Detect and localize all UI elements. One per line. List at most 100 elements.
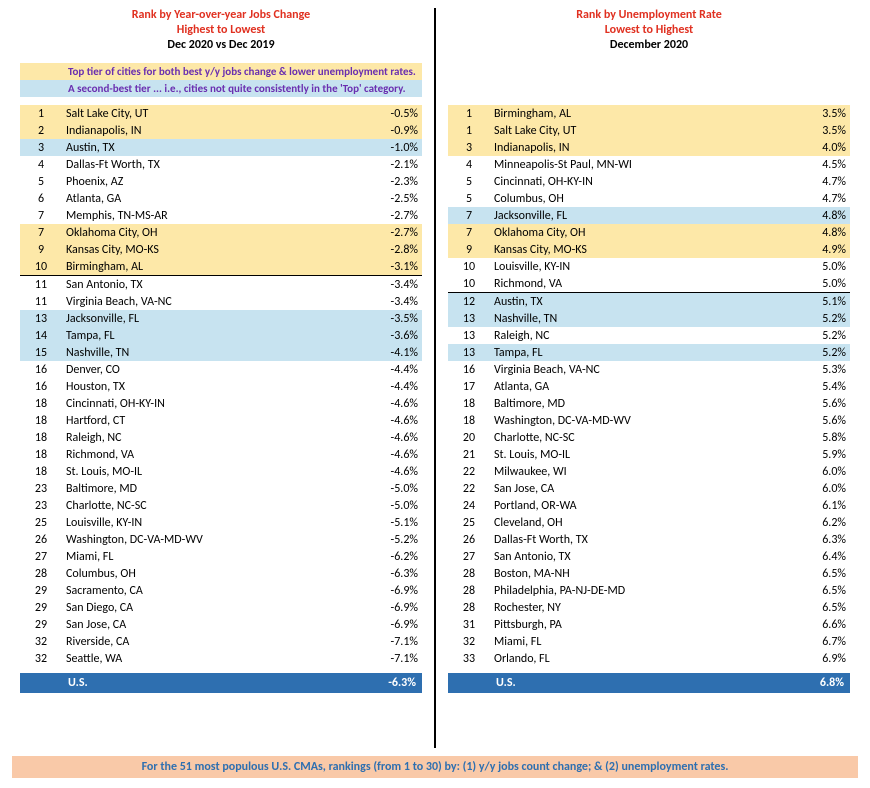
city-cell: Miami, FL bbox=[490, 633, 778, 650]
city-cell: San Antonio, TX bbox=[62, 276, 350, 294]
table-row: 26Dallas-Ft Worth, TX6.3% bbox=[448, 531, 850, 548]
value-cell: -2.7% bbox=[350, 207, 422, 224]
value-cell: 6.5% bbox=[778, 565, 850, 582]
right-subtitle: December 2020 bbox=[448, 38, 850, 53]
city-cell: Raleigh, NC bbox=[490, 327, 778, 344]
table-row: 5Columbus, OH4.7% bbox=[448, 190, 850, 207]
right-us-value: 6.8% bbox=[778, 673, 850, 693]
city-cell: San Jose, CA bbox=[62, 616, 350, 633]
value-cell: 4.7% bbox=[778, 173, 850, 190]
value-cell: -3.6% bbox=[350, 327, 422, 344]
city-cell: Oklahoma City, OH bbox=[490, 224, 778, 241]
value-cell: -5.2% bbox=[350, 531, 422, 548]
city-cell: St. Louis, MO-IL bbox=[62, 463, 350, 480]
city-cell: Orlando, FL bbox=[490, 650, 778, 667]
value-cell: -3.5% bbox=[350, 310, 422, 327]
rank-cell: 3 bbox=[448, 139, 490, 156]
value-cell: 5.2% bbox=[778, 344, 850, 361]
city-cell: Oklahoma City, OH bbox=[62, 224, 350, 241]
city-cell: Miami, FL bbox=[62, 548, 350, 565]
value-cell: 6.7% bbox=[778, 633, 850, 650]
table-row: 15Nashville, TN-4.1% bbox=[20, 344, 422, 361]
rank-cell: 3 bbox=[20, 139, 62, 156]
city-cell: Austin, TX bbox=[490, 293, 778, 311]
value-cell: -3.1% bbox=[350, 258, 422, 276]
rank-cell: 18 bbox=[20, 429, 62, 446]
rank-cell: 32 bbox=[20, 633, 62, 650]
value-cell: -6.2% bbox=[350, 548, 422, 565]
value-cell: 3.5% bbox=[778, 122, 850, 139]
rank-cell: 27 bbox=[20, 548, 62, 565]
rank-cell: 4 bbox=[20, 156, 62, 173]
city-cell: Hartford, CT bbox=[62, 412, 350, 429]
value-cell: -2.1% bbox=[350, 156, 422, 173]
table-row: 3Austin, TX-1.0% bbox=[20, 139, 422, 156]
table-row: 16Houston, TX-4.4% bbox=[20, 378, 422, 395]
table-row: 7Memphis, TN-MS-AR-2.7% bbox=[20, 207, 422, 224]
value-cell: 4.5% bbox=[778, 156, 850, 173]
city-cell: Charlotte, NC-SC bbox=[62, 497, 350, 514]
rank-cell: 16 bbox=[20, 378, 62, 395]
rank-cell: 18 bbox=[20, 463, 62, 480]
value-cell: -6.9% bbox=[350, 616, 422, 633]
left-subtitle: Dec 2020 vs Dec 2019 bbox=[20, 38, 422, 53]
value-cell: -4.6% bbox=[350, 463, 422, 480]
rank-cell: 29 bbox=[20, 582, 62, 599]
value-cell: 5.2% bbox=[778, 327, 850, 344]
city-cell: Phoenix, AZ bbox=[62, 173, 350, 190]
city-cell: Louisville, KY-IN bbox=[62, 514, 350, 531]
city-cell: Tampa, FL bbox=[490, 344, 778, 361]
table-row: 23Charlotte, NC-SC-5.0% bbox=[20, 497, 422, 514]
rank-cell: 13 bbox=[20, 310, 62, 327]
table-row: 11San Antonio, TX-3.4% bbox=[20, 276, 422, 294]
rank-cell: 17 bbox=[448, 378, 490, 395]
city-cell: Louisville, KY-IN bbox=[490, 258, 778, 275]
rank-cell: 9 bbox=[20, 241, 62, 258]
city-cell: Jacksonville, FL bbox=[62, 310, 350, 327]
value-cell: -7.1% bbox=[350, 650, 422, 667]
table-row: 33Orlando, FL6.9% bbox=[448, 650, 850, 667]
table-row: 32Riverside, CA-7.1% bbox=[20, 633, 422, 650]
rank-cell: 25 bbox=[448, 514, 490, 531]
value-cell: -4.4% bbox=[350, 361, 422, 378]
city-cell: Kansas City, MO-KS bbox=[62, 241, 350, 258]
table-row: 13Jacksonville, FL-3.5% bbox=[20, 310, 422, 327]
rank-cell: 13 bbox=[448, 327, 490, 344]
rank-cell: 1 bbox=[448, 105, 490, 122]
column-divider bbox=[434, 8, 436, 748]
table-row: 12Austin, TX5.1% bbox=[448, 293, 850, 311]
right-column: Rank by Unemployment Rate Lowest to High… bbox=[440, 8, 858, 748]
table-row: 9Kansas City, MO-KS4.9% bbox=[448, 241, 850, 258]
city-cell: Denver, CO bbox=[62, 361, 350, 378]
city-cell: Baltimore, MD bbox=[62, 480, 350, 497]
rank-cell: 11 bbox=[20, 293, 62, 310]
city-cell: Washington, DC-VA-MD-WV bbox=[62, 531, 350, 548]
rank-cell: 5 bbox=[448, 190, 490, 207]
table-row: 27Miami, FL-6.2% bbox=[20, 548, 422, 565]
rank-cell: 10 bbox=[448, 275, 490, 293]
value-cell: 6.4% bbox=[778, 548, 850, 565]
table-row: 13Nashville, TN5.2% bbox=[448, 310, 850, 327]
city-cell: Richmond, VA bbox=[490, 275, 778, 293]
right-us-row: U.S. 6.8% bbox=[448, 673, 850, 693]
value-cell: 5.2% bbox=[778, 310, 850, 327]
table-row: 16Denver, CO-4.4% bbox=[20, 361, 422, 378]
rank-cell: 18 bbox=[448, 395, 490, 412]
table-row: 32Seattle, WA-7.1% bbox=[20, 650, 422, 667]
rank-cell: 1 bbox=[448, 122, 490, 139]
left-us-value: -6.3% bbox=[350, 673, 422, 693]
rank-cell: 7 bbox=[448, 224, 490, 241]
right-table: 1Birmingham, AL3.5%1Salt Lake City, UT3.… bbox=[448, 105, 850, 693]
right-title-1: Rank by Unemployment Rate bbox=[448, 8, 850, 23]
city-cell: Sacramento, CA bbox=[62, 582, 350, 599]
table-row: 29San Jose, CA-6.9% bbox=[20, 616, 422, 633]
value-cell: 5.0% bbox=[778, 258, 850, 275]
value-cell: -4.4% bbox=[350, 378, 422, 395]
table-row: 22Milwaukee, WI6.0% bbox=[448, 463, 850, 480]
city-cell: Pittsburgh, PA bbox=[490, 616, 778, 633]
city-cell: Atlanta, GA bbox=[490, 378, 778, 395]
legend-tier2: A second-best tier ... i.e., cities not … bbox=[20, 80, 422, 97]
table-row: 18St. Louis, MO-IL-4.6% bbox=[20, 463, 422, 480]
table-row: 1Salt Lake City, UT3.5% bbox=[448, 122, 850, 139]
rank-cell: 32 bbox=[448, 633, 490, 650]
